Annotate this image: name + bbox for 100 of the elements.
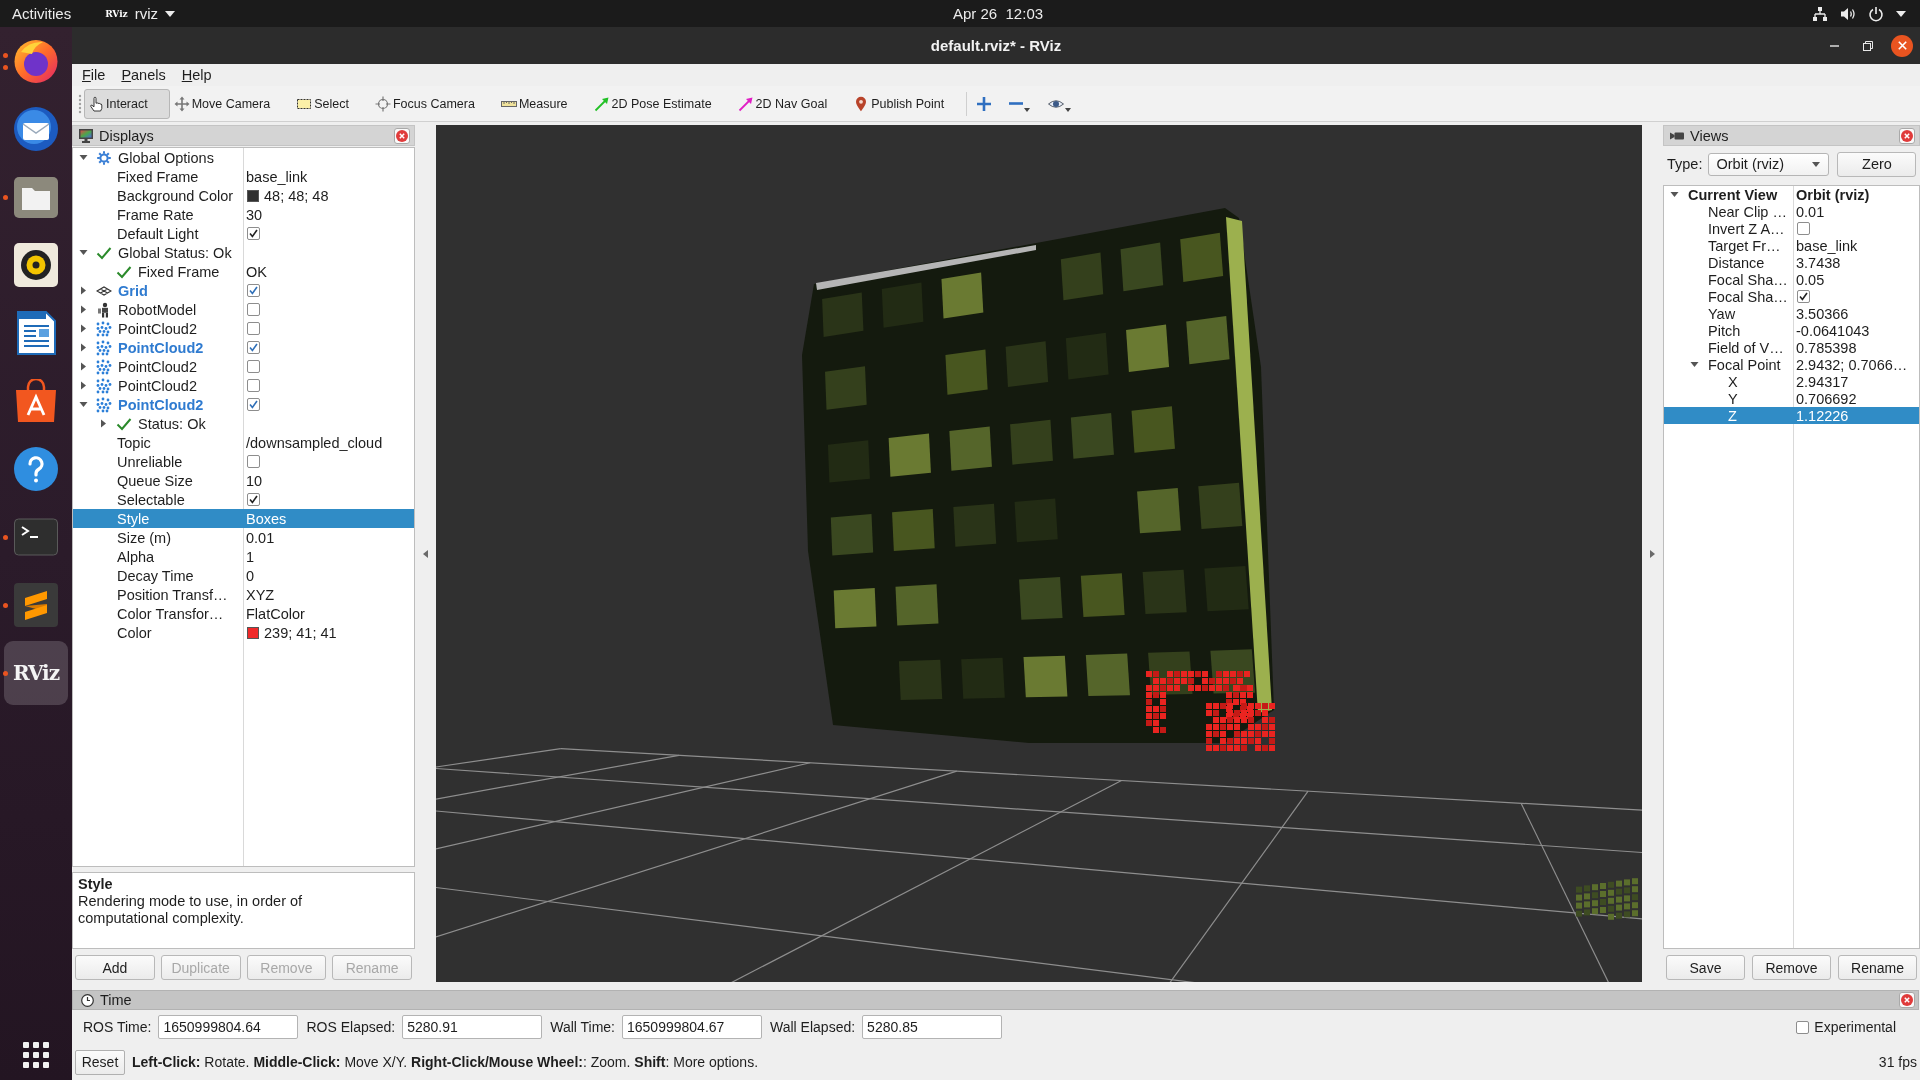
tree-row[interactable]: Alpha 1 xyxy=(73,547,414,566)
tree-row[interactable]: PointCloud2 xyxy=(73,395,414,414)
tree-row[interactable]: Style Boxes xyxy=(73,509,414,528)
app-menu[interactable]: RViz rviz xyxy=(105,5,176,22)
checkbox[interactable] xyxy=(247,360,260,373)
checkbox[interactable] xyxy=(247,322,260,335)
expand-arrow-icon[interactable] xyxy=(78,343,88,352)
tree-row[interactable]: PointCloud2 xyxy=(73,319,414,338)
tool-button[interactable]: 2D Nav Goal xyxy=(733,88,850,119)
tree-row[interactable]: Topic /downsampled_cloud xyxy=(73,433,414,452)
tool-button[interactable]: Measure xyxy=(496,88,590,119)
checkbox[interactable] xyxy=(247,341,260,354)
tree-row[interactable]: Position Transf… XYZ xyxy=(73,585,414,604)
tree-row[interactable]: Focal Point 2.9432; 0.7066… xyxy=(1664,356,1919,373)
power-icon[interactable] xyxy=(1868,5,1884,22)
tree-row[interactable]: Grid xyxy=(73,281,414,300)
tree-row[interactable]: Size (m) 0.01 xyxy=(73,528,414,547)
minimize-icon[interactable] xyxy=(1829,44,1839,47)
tree-row[interactable]: Color 239; 41; 41 xyxy=(73,623,414,642)
tree-row[interactable]: Focal Sha… xyxy=(1664,288,1919,305)
tree-row[interactable]: Selectable xyxy=(73,490,414,509)
collapse-arrow-icon[interactable] xyxy=(1650,549,1655,558)
tree-row[interactable]: PointCloud2 xyxy=(73,357,414,376)
panel-button[interactable]: Remove xyxy=(1752,955,1831,980)
tool-button[interactable]: Move Camera xyxy=(169,88,293,119)
expand-arrow-icon[interactable] xyxy=(78,381,88,390)
tree-row[interactable]: Background Color 48; 48; 48 xyxy=(73,186,414,205)
panel-button[interactable]: Rename xyxy=(1838,955,1917,980)
checkbox[interactable] xyxy=(1796,1020,1810,1034)
tree-row[interactable]: Current View Orbit (rviz) xyxy=(1664,186,1919,203)
tool-button[interactable]: 2D Pose Estimate xyxy=(589,88,734,119)
tree-row[interactable]: Field of V… 0.785398 xyxy=(1664,339,1919,356)
panel-button[interactable]: Add xyxy=(75,955,155,980)
expand-arrow-icon[interactable] xyxy=(78,362,88,371)
tool-button[interactable]: Interact xyxy=(84,88,170,119)
checkbox[interactable] xyxy=(247,227,260,240)
tree-row[interactable]: Z 1.12226 xyxy=(1664,407,1919,424)
expand-arrow-icon[interactable] xyxy=(98,419,108,428)
expand-arrow-icon[interactable] xyxy=(78,324,88,333)
expand-arrow-icon[interactable] xyxy=(78,286,88,295)
time-field[interactable]: 5280.85 xyxy=(862,1015,1003,1039)
tree-row[interactable]: Yaw 3.50366 xyxy=(1664,305,1919,322)
expand-arrow-icon[interactable] xyxy=(78,153,88,162)
time-field[interactable]: 1650999804.64 xyxy=(158,1015,299,1039)
checkbox[interactable] xyxy=(247,455,260,468)
tree-row[interactable]: Fixed Frame base_link xyxy=(73,167,414,186)
checkbox[interactable] xyxy=(1797,290,1810,303)
checkbox[interactable] xyxy=(247,303,260,316)
checkbox[interactable] xyxy=(1797,222,1810,235)
tree-row[interactable]: Focal Sha… 0.05 xyxy=(1664,271,1919,288)
tree-row[interactable]: Queue Size 10 xyxy=(73,471,414,490)
tree-row[interactable]: Unreliable xyxy=(73,452,414,471)
tool-button[interactable]: Select xyxy=(292,88,371,119)
reset-button[interactable]: Reset xyxy=(75,1049,125,1075)
menu-item[interactable]: File xyxy=(74,67,114,83)
menu-item[interactable]: Help xyxy=(173,67,220,83)
expand-arrow-icon[interactable] xyxy=(1689,360,1699,369)
panel-button[interactable]: Save xyxy=(1666,955,1745,980)
tree-row[interactable]: Fixed Frame OK xyxy=(73,262,414,281)
tree-row[interactable]: Global Status: Ok xyxy=(73,243,414,262)
tree-row[interactable]: Status: Ok xyxy=(73,414,414,433)
tree-row[interactable]: Decay Time 0 xyxy=(73,566,414,585)
collapse-arrow-icon[interactable] xyxy=(423,549,428,558)
expand-arrow-icon[interactable] xyxy=(78,305,88,314)
tree-row[interactable]: Near Clip … 0.01 xyxy=(1664,203,1919,220)
tree-row[interactable]: Frame Rate 30 xyxy=(73,205,414,224)
restore-icon[interactable] xyxy=(1863,40,1873,51)
3d-viewport[interactable] xyxy=(436,125,1642,982)
app-grid-icon[interactable] xyxy=(23,1042,49,1068)
tree-row[interactable]: Color Transfor… FlatColor xyxy=(73,604,414,623)
expand-arrow-icon[interactable] xyxy=(1669,190,1679,199)
time-field[interactable]: 5280.91 xyxy=(402,1015,543,1039)
tool-button[interactable]: Publish Point xyxy=(849,88,967,119)
activities-button[interactable]: Activities xyxy=(12,5,72,22)
tree-row[interactable]: X 2.94317 xyxy=(1664,373,1919,390)
drag-handle-icon[interactable] xyxy=(78,93,82,114)
tool-button[interactable]: Focus Camera xyxy=(370,88,497,119)
tree-row[interactable]: Global Options xyxy=(73,148,414,167)
expand-arrow-icon[interactable] xyxy=(78,248,88,257)
checkbox[interactable] xyxy=(247,379,260,392)
menu-item[interactable]: Panels xyxy=(113,67,174,83)
tree-row[interactable]: Distance 3.7438 xyxy=(1664,254,1919,271)
checkbox[interactable] xyxy=(247,493,260,506)
tree-row[interactable]: Default Light xyxy=(73,224,414,243)
expand-arrow-icon[interactable] xyxy=(78,400,88,409)
tree-row[interactable]: PointCloud2 xyxy=(73,376,414,395)
tree-row[interactable]: Invert Z A… xyxy=(1664,220,1919,237)
checkbox[interactable] xyxy=(247,398,260,411)
view-type-dropdown[interactable]: Orbit (rviz) xyxy=(1708,152,1830,176)
dock-item[interactable]: RViz xyxy=(4,641,68,705)
checkbox[interactable] xyxy=(247,284,260,297)
tree-row[interactable]: Pitch -0.0641043 xyxy=(1664,322,1919,339)
zero-button[interactable]: Zero xyxy=(1837,151,1917,177)
tree-row[interactable]: PointCloud2 xyxy=(73,338,414,357)
time-field[interactable]: 1650999804.67 xyxy=(622,1015,762,1039)
tree-row[interactable]: RobotModel xyxy=(73,300,414,319)
caret-icon[interactable] xyxy=(1896,10,1906,17)
volume-icon[interactable] xyxy=(1840,5,1856,22)
tree-row[interactable]: Target Fr… base_link xyxy=(1664,237,1919,254)
clock[interactable]: Apr 26 12:03 xyxy=(953,5,1044,22)
